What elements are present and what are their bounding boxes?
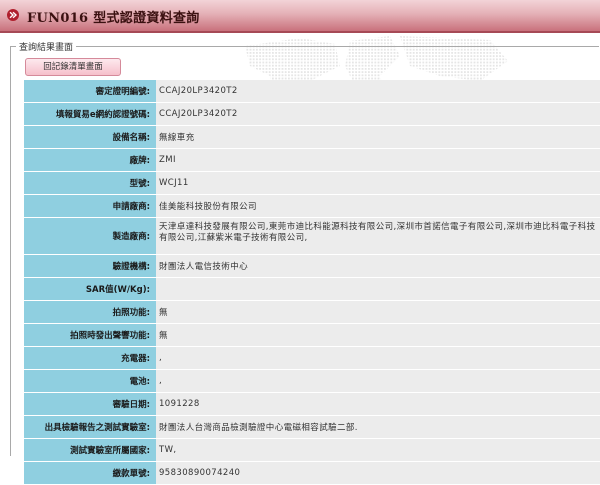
table-row: 廠牌: ZMI: [24, 149, 600, 171]
row-value: ZMI: [156, 149, 600, 171]
row-label: 型號:: [24, 172, 156, 194]
row-value: CCAJ20LP3420T2: [156, 80, 600, 102]
row-value: TW,: [156, 439, 600, 461]
table-row: 電池:,: [24, 370, 600, 392]
row-value: 財團法人台灣商品檢測驗證中心電磁相容試驗二部.: [156, 416, 600, 438]
row-label: SAR值(W/Kg):: [24, 278, 156, 300]
row-label: 拍照功能:: [24, 301, 156, 323]
double-arrow-right-icon: [7, 9, 19, 21]
row-label: 廠牌:: [24, 149, 156, 171]
table-row: 測試實驗室所屬國家: TW,: [24, 439, 600, 461]
row-value: 無線車充: [156, 126, 600, 148]
row-value: [156, 278, 600, 300]
row-value: 財團法人電信技術中心: [156, 255, 600, 277]
row-value: ,: [156, 370, 600, 392]
row-label: 審定證明編號:: [24, 80, 156, 102]
row-value: 無: [156, 324, 600, 346]
row-label: 審驗日期:: [24, 393, 156, 415]
row-label: 填報貿易e網約認證號碼:: [24, 103, 156, 125]
row-value: 天津卓達科技發展有限公司,東莞市迪比科能源科技有限公司,深圳市首諾信電子有限公司…: [156, 218, 600, 254]
table-row: 製造廠商: 天津卓達科技發展有限公司,東莞市迪比科能源科技有限公司,深圳市首諾信電…: [24, 218, 600, 254]
row-label: 拍照時發出聲響功能:: [24, 324, 156, 346]
table-row: 驗證機構: 財團法人電信技術中心: [24, 255, 600, 277]
row-label: 申請廠商:: [24, 195, 156, 217]
row-value: CCAJ20LP3420T2: [156, 103, 600, 125]
table-row: 設備名稱: 無線車充: [24, 126, 600, 148]
table-row: 出具檢驗報告之測試實驗室: 財團法人台灣商品檢測驗證中心電磁相容試驗二部.: [24, 416, 600, 438]
row-label: 繳款單號:: [24, 462, 156, 484]
title-bar: FUN016 型式認證資料查詢: [0, 0, 600, 33]
detail-table: 審定證明編號: CCAJ20LP3420T2 填報貿易e網約認證號碼: CCAJ20…: [24, 80, 600, 485]
row-label: 出具檢驗報告之測試實驗室:: [24, 416, 156, 438]
row-value: 95830890074240: [156, 462, 600, 484]
table-row: 繳款單號: 95830890074240: [24, 462, 600, 484]
row-value: 佳美能科技股份有限公司: [156, 195, 600, 217]
table-row: 填報貿易e網約認證號碼: CCAJ20LP3420T2: [24, 103, 600, 125]
table-row: 申請廠商: 佳美能科技股份有限公司: [24, 195, 600, 217]
row-value: 1091228: [156, 393, 600, 415]
table-row: 拍照時發出聲響功能: 無: [24, 324, 600, 346]
table-row: 型號: WCJ11: [24, 172, 600, 194]
row-label: 設備名稱:: [24, 126, 156, 148]
section-legend: 查詢結果畫面: [16, 40, 77, 53]
table-row: 充電器:,: [24, 347, 600, 369]
row-label: 電池:: [24, 370, 156, 392]
table-row: 審驗日期: 1091228: [24, 393, 600, 415]
row-label: 驗證機構:: [24, 255, 156, 277]
row-label: 製造廠商:: [24, 218, 156, 254]
page-title: FUN016 型式認證資料查詢: [27, 11, 200, 26]
row-label: 測試實驗室所屬國家:: [24, 439, 156, 461]
row-value: 無: [156, 301, 600, 323]
row-label: 充電器:: [24, 347, 156, 369]
table-row: SAR值(W/Kg):: [24, 278, 600, 300]
row-value: ,: [156, 347, 600, 369]
table-row: 審定證明編號: CCAJ20LP3420T2: [24, 80, 600, 102]
table-row: 拍照功能: 無: [24, 301, 600, 323]
back-to-list-button[interactable]: 回記錄清單畫面: [25, 58, 121, 76]
row-value: WCJ11: [156, 172, 600, 194]
